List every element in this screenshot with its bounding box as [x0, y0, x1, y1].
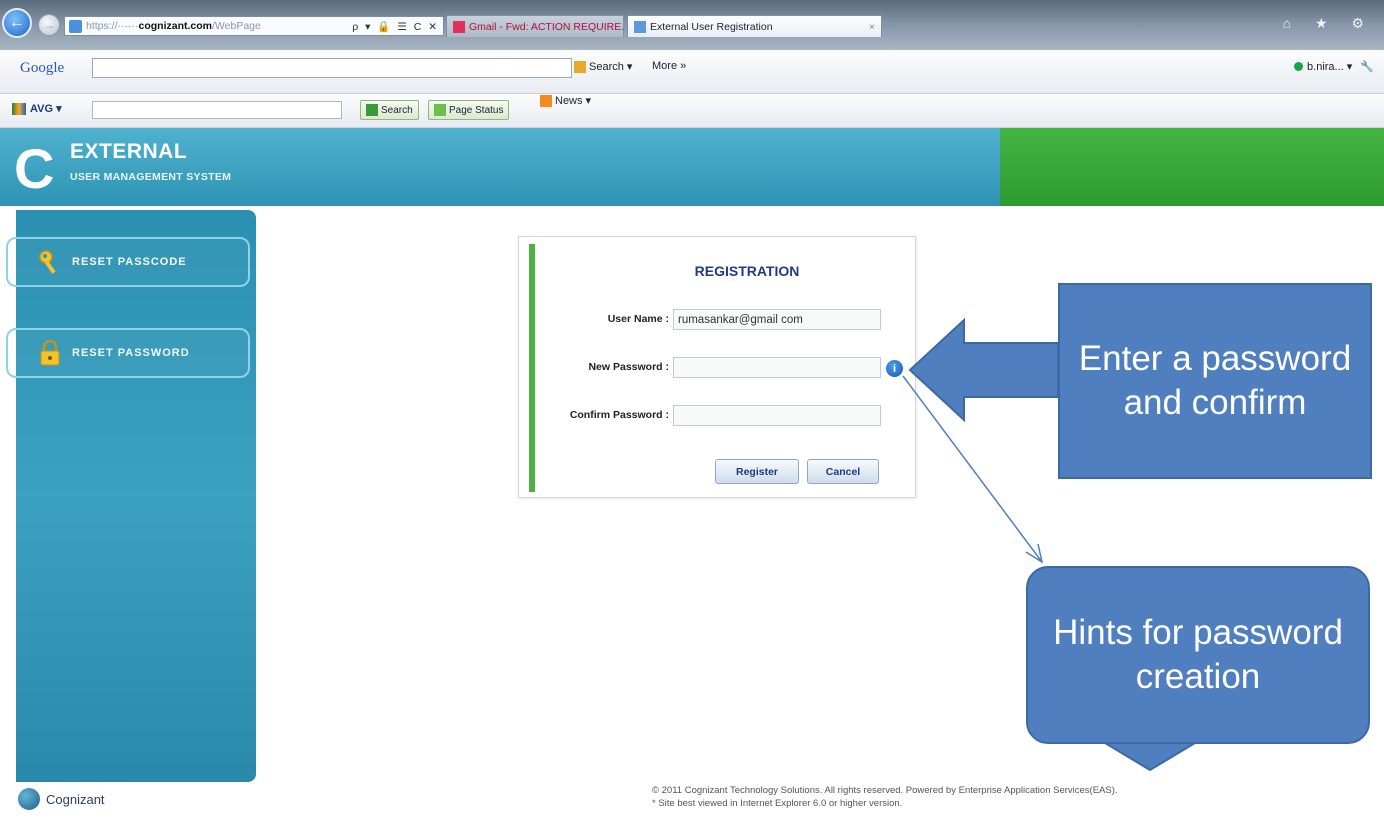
footer-company: Cognizant: [46, 791, 105, 807]
footer-text: © 2011 Cognizant Technology Solutions. A…: [652, 784, 1118, 810]
callout-arrow-shape: [908, 317, 1059, 423]
footer-browser-note: * Site best viewed in Internet Explorer …: [652, 798, 903, 809]
callout-enter-password: Enter a password and confirm: [1058, 283, 1372, 479]
callout-password-hints: Hints for password creation: [1026, 566, 1370, 744]
pointer-line: [902, 375, 1043, 563]
callout-tail-shape: [1096, 739, 1204, 772]
footer-copyright: © 2011 Cognizant Technology Solutions. A…: [652, 785, 1118, 796]
footer-logo: Cognizant: [18, 788, 105, 810]
cognizant-logo-icon: [18, 788, 40, 810]
